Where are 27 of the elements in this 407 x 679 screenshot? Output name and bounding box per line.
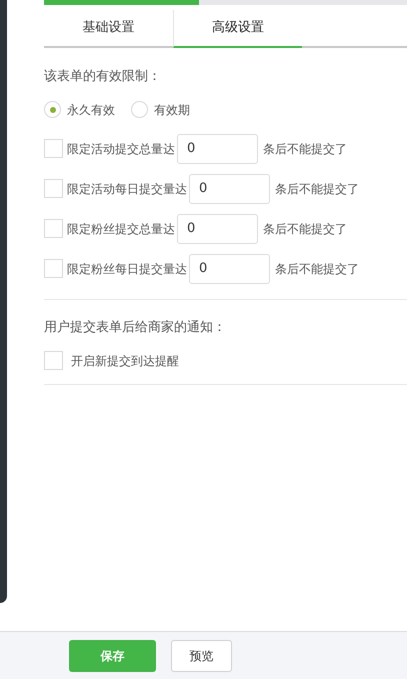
limit-suffix: 条后不能提交了 xyxy=(275,180,359,198)
option-label: 开启新提交到达提醒 xyxy=(71,352,179,370)
tab[interactable]: 高级设置 xyxy=(173,10,302,48)
preview-button[interactable]: 预览 xyxy=(171,640,232,672)
checkbox[interactable] xyxy=(44,351,63,370)
limit-label: 限定活动每日提交量达 xyxy=(67,180,187,198)
input-field[interactable]: 0 xyxy=(189,254,270,284)
input-field[interactable]: 0 xyxy=(189,174,270,204)
tab[interactable]: 基础设置 xyxy=(44,10,173,48)
radio-button[interactable] xyxy=(131,101,148,118)
checkbox[interactable] xyxy=(44,139,63,158)
radio-label: 有效期 xyxy=(154,102,190,118)
section-label: 用户提交表单后给商家的通知： xyxy=(44,318,227,336)
checkbox[interactable] xyxy=(44,179,63,198)
input-field[interactable]: 0 xyxy=(177,214,258,244)
checkbox[interactable] xyxy=(44,219,63,238)
limit-suffix: 条后不能提交了 xyxy=(263,220,347,238)
input-field[interactable]: 0 xyxy=(177,134,258,164)
limit-label: 限定活动提交总量达 xyxy=(67,140,175,158)
checkbox[interactable] xyxy=(44,259,63,278)
limit-label: 限定粉丝每日提交量达 xyxy=(67,260,187,278)
limit-suffix: 条后不能提交了 xyxy=(263,140,347,158)
radio-label: 永久有效 xyxy=(67,102,115,118)
limit-suffix: 条后不能提交了 xyxy=(275,260,359,278)
section-label: 该表单的有效限制： xyxy=(44,68,162,86)
radio-button[interactable] xyxy=(44,101,61,118)
limit-label: 限定粉丝提交总量达 xyxy=(67,220,175,238)
